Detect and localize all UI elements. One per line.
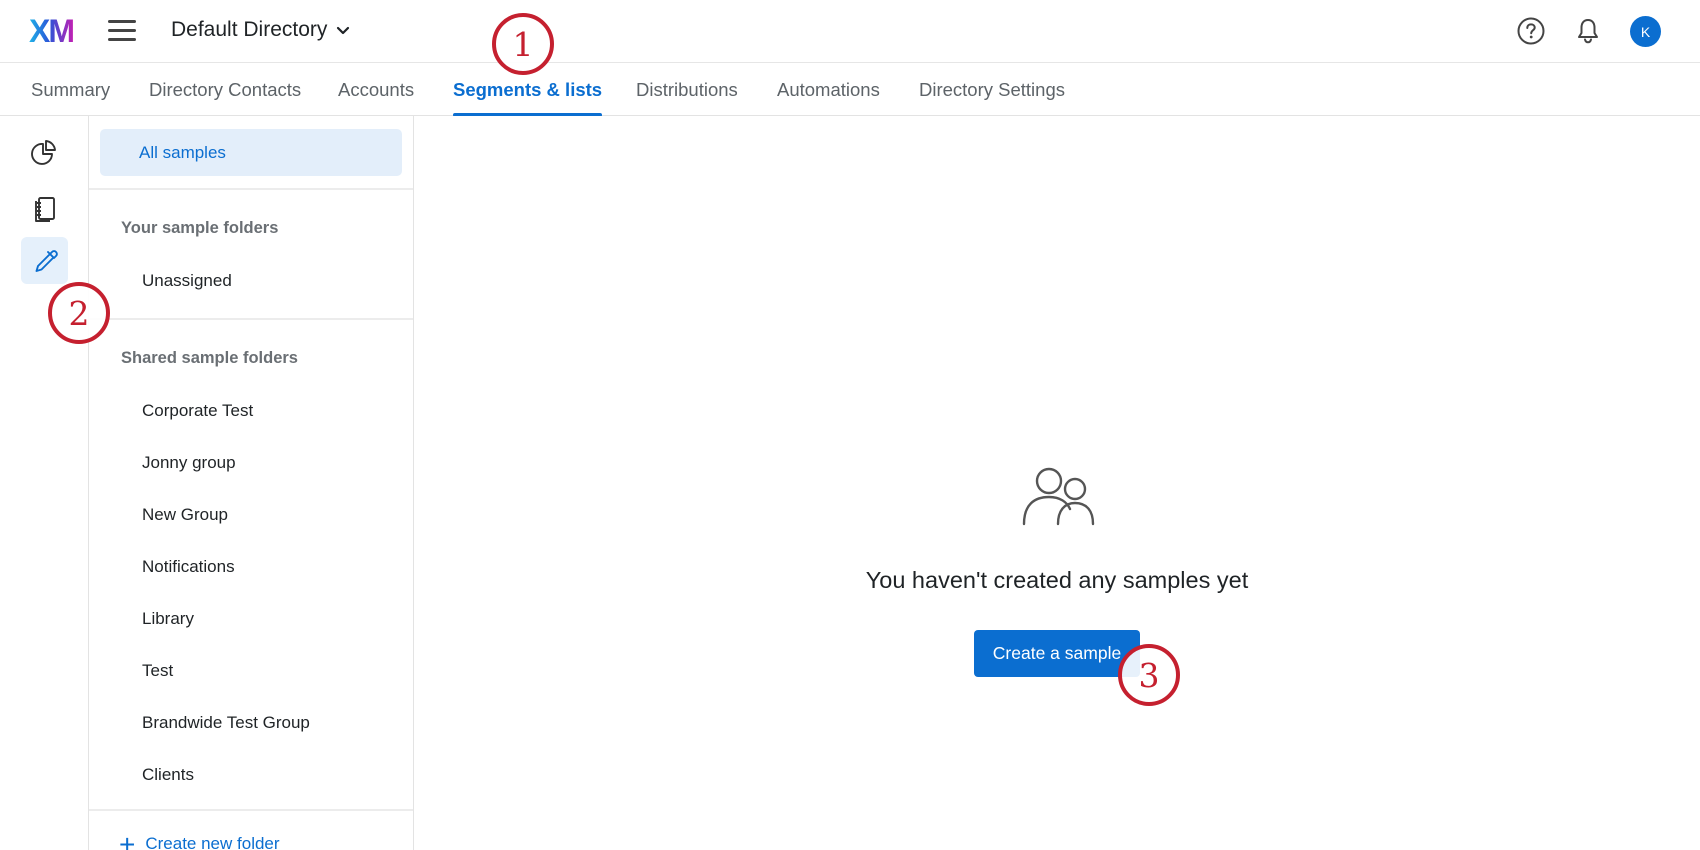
tab-distributions[interactable]: Distributions xyxy=(636,63,738,116)
callout-1: 1 xyxy=(492,13,554,75)
create-sample-button[interactable]: Create a sample xyxy=(974,630,1140,677)
callout-2: 2 xyxy=(48,282,110,344)
menu-icon[interactable] xyxy=(108,20,136,42)
plus-icon: + xyxy=(119,828,136,850)
divider xyxy=(89,188,413,190)
rail-lists-button[interactable] xyxy=(21,185,68,232)
icon-rail xyxy=(0,116,89,850)
tab-accounts[interactable]: Accounts xyxy=(338,63,414,116)
divider xyxy=(89,809,413,811)
create-new-folder-button[interactable]: + Create new folder xyxy=(119,828,280,850)
folder-item[interactable]: Brandwide Test Group xyxy=(142,713,310,733)
tab-bar: Summary Directory Contacts Accounts Segm… xyxy=(0,63,1700,117)
folder-item[interactable]: Library xyxy=(142,609,194,629)
folder-unassigned[interactable]: Unassigned xyxy=(142,271,232,291)
main-content: You haven't created any samples yet Crea… xyxy=(414,116,1700,850)
your-sample-folders-heading: Your sample folders xyxy=(121,219,279,237)
callout-3: 3 xyxy=(1118,644,1180,706)
all-samples-item[interactable]: All samples xyxy=(100,129,402,176)
folder-item[interactable]: Corporate Test xyxy=(142,401,253,421)
tab-summary[interactable]: Summary xyxy=(31,63,110,116)
tab-automations[interactable]: Automations xyxy=(777,63,880,116)
rail-samples-button[interactable] xyxy=(21,237,68,284)
sample-folders-sidebar: All samples Your sample folders Unassign… xyxy=(89,116,414,850)
folder-item[interactable]: Test xyxy=(142,661,173,681)
shared-sample-folders-heading: Shared sample folders xyxy=(121,349,298,367)
folder-item[interactable]: Notifications xyxy=(142,557,235,577)
pie-chart-icon xyxy=(30,139,56,165)
top-bar: XM Default Directory K xyxy=(0,0,1700,63)
rail-segments-button[interactable] xyxy=(21,127,68,174)
tab-directory-settings[interactable]: Directory Settings xyxy=(919,63,1065,116)
avatar[interactable]: K xyxy=(1630,16,1661,47)
create-new-folder-label: Create new folder xyxy=(145,834,280,850)
tab-directory-contacts[interactable]: Directory Contacts xyxy=(149,63,301,116)
folder-item[interactable]: Jonny group xyxy=(142,453,236,473)
folder-item[interactable]: New Group xyxy=(142,505,228,525)
people-icon xyxy=(1022,467,1095,526)
folder-item[interactable]: Clients xyxy=(142,765,194,785)
divider xyxy=(89,318,413,320)
bell-icon[interactable] xyxy=(1573,16,1603,46)
dropper-icon xyxy=(35,249,58,272)
help-icon[interactable] xyxy=(1516,16,1546,46)
directory-title: Default Directory xyxy=(171,18,328,41)
xm-logo[interactable]: XM xyxy=(29,14,81,48)
svg-text:XM: XM xyxy=(29,14,73,48)
chevron-down-icon xyxy=(337,26,350,35)
notebook-icon xyxy=(34,196,55,222)
directory-dropdown[interactable]: Default Directory xyxy=(171,18,351,42)
empty-state-message: You haven't created any samples yet xyxy=(865,567,1249,593)
